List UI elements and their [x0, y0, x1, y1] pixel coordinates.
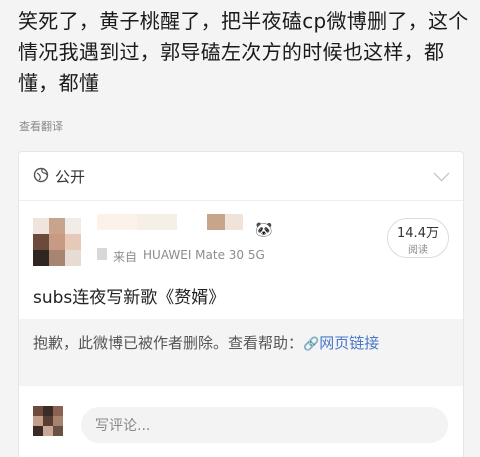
globe-icon	[33, 167, 49, 187]
device-label: HUAWEI Mate 30 5G	[143, 248, 265, 262]
post-meta: 来自 HUAWEI Mate 30 5G	[97, 248, 265, 265]
quoted-weibo-card: 公开 🐼 来自 HUAWEI Mate 30 5G 14.4万 阅读 subs连…	[18, 151, 464, 457]
comment-input[interactable]: 写评论...	[81, 407, 448, 443]
time-blurred	[97, 248, 107, 260]
link-icon[interactable]: 🔗	[303, 337, 319, 352]
panda-icon: 🐼	[255, 222, 273, 238]
help-link[interactable]: 网页链接	[319, 334, 379, 352]
translate-link[interactable]: 查看翻译	[19, 118, 63, 134]
deleted-notice: 抱歉，此微博已被作者删除。查看帮助：🔗网页链接	[19, 319, 463, 386]
post-title: subs连夜写新歌《赘婿》	[33, 288, 226, 308]
read-count-badge: 14.4万 阅读	[387, 218, 449, 258]
chevron-down-icon[interactable]	[433, 165, 450, 182]
read-count: 14.4万	[397, 226, 439, 241]
comment-row: 写评论...	[19, 386, 463, 457]
divider	[19, 200, 463, 201]
device-prefix: 来自	[113, 250, 138, 264]
visibility-indicator: 公开	[33, 166, 85, 187]
visibility-label: 公开	[55, 168, 86, 186]
deleted-notice-text: 抱歉，此微博已被作者删除。查看帮助：	[33, 334, 304, 352]
commenter-avatar[interactable]	[33, 406, 63, 436]
read-count-label: 阅读	[408, 245, 428, 256]
username-blurred[interactable]	[97, 214, 247, 230]
post-text: 笑死了，黄子桃醒了，把半夜磕cp微博删了，这个情况我遇到过，郭导磕左次方的时候也…	[18, 9, 469, 95]
avatar[interactable]	[33, 218, 81, 266]
